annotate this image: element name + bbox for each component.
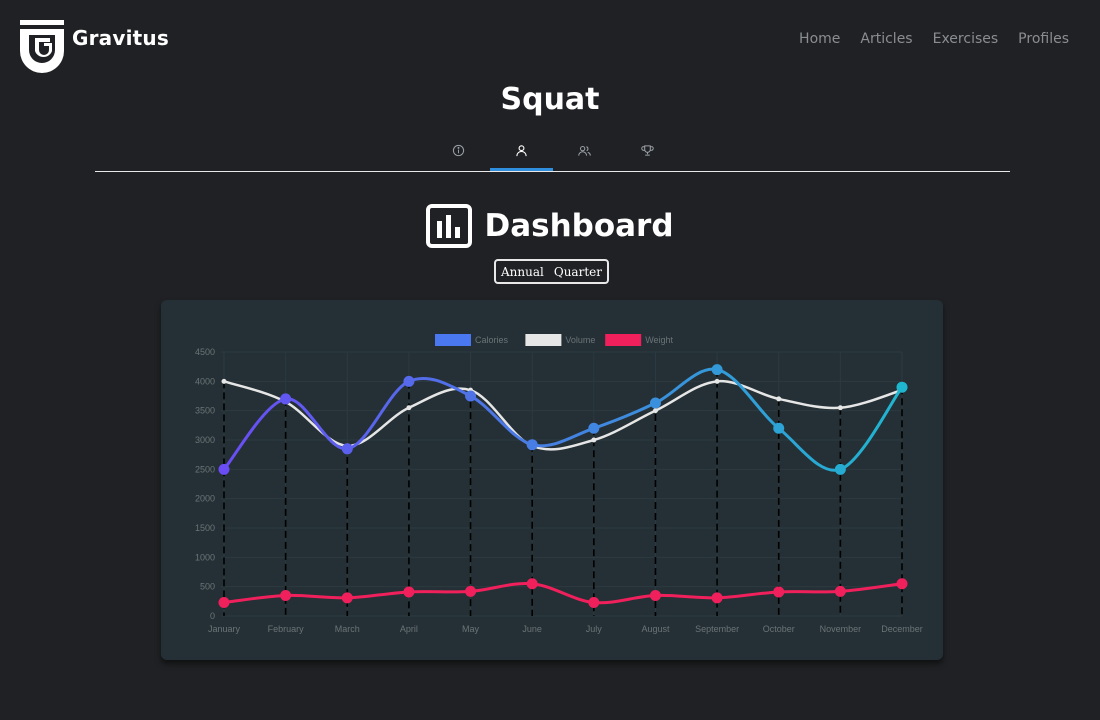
y-tick-label: 500: [200, 582, 215, 592]
brand-name[interactable]: Gravitus: [72, 26, 169, 50]
y-tick-label: 4000: [195, 376, 215, 386]
quarter-option[interactable]: Quarter: [554, 265, 602, 279]
nav-articles-link[interactable]: Articles: [860, 31, 912, 47]
calories-point: [280, 393, 292, 405]
tabs-divider: [95, 171, 1010, 172]
weight-point: [588, 597, 600, 609]
calories-legend-swatch: [435, 334, 471, 346]
info-icon: [452, 144, 465, 157]
calories-point: [773, 422, 785, 434]
volume-line: [223, 380, 903, 451]
weight-point: [465, 585, 477, 597]
weight-point: [341, 592, 353, 604]
x-tick-label: February: [268, 624, 305, 634]
x-tick-label: May: [462, 624, 480, 634]
annual-option[interactable]: Annual: [501, 265, 544, 279]
nav-profiles-link[interactable]: Profiles: [1018, 31, 1069, 47]
tab-community[interactable]: [553, 138, 616, 171]
nav-home-link[interactable]: Home: [799, 31, 840, 47]
calories-point: [526, 439, 538, 451]
x-tick-label: August: [641, 624, 670, 634]
x-tick-label: September: [695, 624, 739, 634]
volume-point: [776, 396, 782, 402]
y-tick-label: 1000: [195, 552, 215, 562]
weight-point: [773, 586, 785, 598]
y-tick-label: 1500: [195, 523, 215, 533]
calories-point: [403, 375, 415, 387]
calories-point: [218, 463, 230, 475]
x-tick-label: June: [522, 624, 542, 634]
nav-exercises-link[interactable]: Exercises: [933, 31, 999, 47]
chart-card: 0 500 1000 1500 2000 2500 3000 3500 4000 4500 Janu…: [161, 300, 943, 660]
x-tick-label: January: [208, 624, 241, 634]
bar-chart-icon: [426, 204, 473, 248]
volume-point: [221, 378, 227, 384]
weight-legend-swatch: [605, 334, 642, 346]
trophy-icon: [641, 145, 654, 156]
tab-personal[interactable]: [490, 138, 553, 171]
exercise-tabs: [427, 138, 679, 171]
calories-point: [465, 390, 477, 402]
weight-point: [218, 597, 230, 609]
calories-point: [649, 397, 661, 409]
tab-leaderboard[interactable]: [616, 138, 679, 171]
x-tick-label: October: [763, 624, 795, 634]
volume-point: [406, 405, 412, 411]
calories-point: [711, 364, 723, 376]
volume-point: [714, 378, 720, 384]
tab-info[interactable]: [427, 138, 490, 171]
dashboard-title: Dashboard: [484, 208, 674, 244]
top-navbar: Gravitus Home Articles Exercises Profile…: [0, 0, 1100, 80]
gravitus-logo-icon[interactable]: [18, 17, 66, 74]
calories-point: [834, 463, 846, 475]
weight-point: [711, 592, 723, 604]
main-nav: Home Articles Exercises Profiles: [799, 31, 1069, 47]
volume-legend-swatch: [525, 334, 562, 346]
page-title: Squat: [500, 82, 600, 117]
x-tick-label: April: [400, 624, 418, 634]
dashboard-header: Dashboard: [0, 204, 1100, 248]
line-chart: 0 500 1000 1500 2000 2500 3000 3500 4000 4500 Janu…: [195, 334, 923, 634]
period-toggle: Annual Quarter: [494, 259, 609, 284]
y-tick-label: 2000: [195, 494, 215, 504]
weight-point: [834, 585, 846, 597]
calories-legend-label: Calories: [475, 335, 509, 345]
x-tick-label: December: [881, 624, 923, 634]
y-tick-label: 4500: [195, 347, 215, 357]
y-tick-label: 0: [210, 611, 215, 621]
y-tick-label: 3500: [195, 406, 215, 416]
volume-legend-label: Volume: [565, 335, 595, 345]
weight-point: [280, 589, 292, 601]
y-tick-label: 3000: [195, 435, 215, 445]
weight-point: [896, 578, 908, 590]
calories-point: [341, 443, 353, 455]
weight-point: [649, 589, 661, 601]
y-tick-label: 2500: [195, 464, 215, 474]
calories-point: [588, 422, 600, 434]
weight-legend-label: Weight: [645, 335, 673, 345]
calories-point: [896, 381, 908, 393]
volume-point: [837, 405, 843, 411]
x-tick-label: November: [820, 624, 862, 634]
calories-line: [222, 367, 904, 472]
users-icon: [578, 145, 591, 156]
volume-point: [652, 408, 658, 414]
x-tick-label: March: [335, 624, 360, 634]
volume-point: [591, 437, 597, 443]
weight-point: [403, 586, 415, 598]
weight-point: [526, 578, 538, 590]
x-tick-label: July: [586, 624, 603, 634]
user-icon: [516, 145, 527, 157]
